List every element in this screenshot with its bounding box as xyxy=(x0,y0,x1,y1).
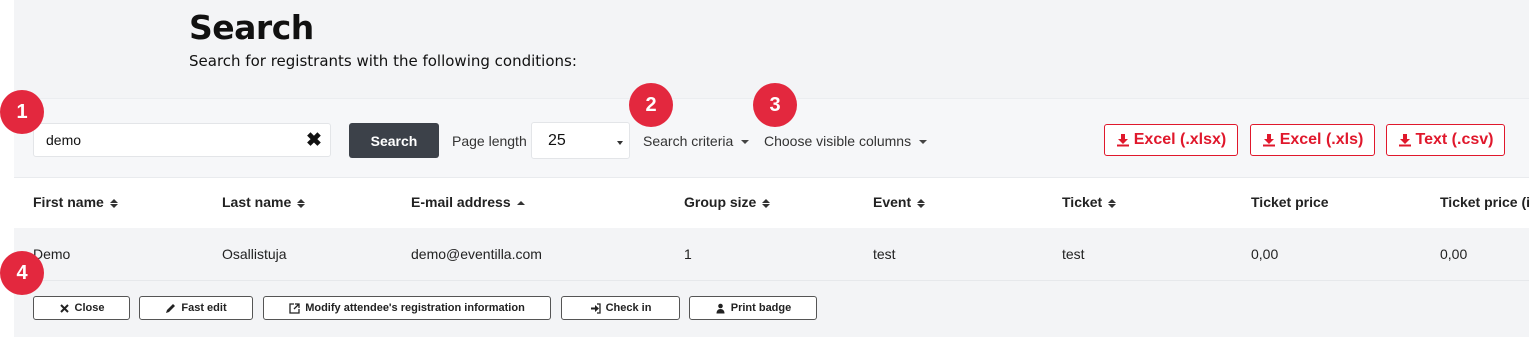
download-icon xyxy=(1116,134,1129,147)
cell-event: test xyxy=(873,246,896,262)
page-length-select[interactable]: 25 xyxy=(531,122,630,159)
cell-group-size: 1 xyxy=(684,246,692,262)
search-field[interactable]: ✖ xyxy=(33,123,331,157)
close-label: Close xyxy=(74,302,105,314)
modify-registration-button[interactable]: Modify attendee's registration informati… xyxy=(263,296,551,320)
search-input[interactable] xyxy=(46,132,286,148)
export-xlsx-button[interactable]: Excel (.xlsx) xyxy=(1104,124,1238,156)
column-label: First name xyxy=(33,194,104,210)
column-label: Ticket xyxy=(1062,194,1103,210)
check-in-button[interactable]: Check in xyxy=(561,296,680,320)
page-length-label: Page length xyxy=(452,133,527,149)
column-header-ticket-price-incl: Ticket price (i xyxy=(1440,194,1530,210)
sign-in-icon xyxy=(590,302,601,314)
callout-badge-3: 3 xyxy=(753,83,797,127)
close-button[interactable]: Close xyxy=(33,296,130,320)
sort-icon xyxy=(762,198,771,208)
sort-icon xyxy=(297,198,306,208)
column-header-email[interactable]: E-mail address xyxy=(411,194,525,210)
external-link-icon xyxy=(289,302,300,314)
column-label: Ticket price xyxy=(1251,194,1329,210)
column-header-ticket-price: Ticket price xyxy=(1251,194,1329,210)
close-icon xyxy=(59,303,69,313)
print-badge-label: Print badge xyxy=(730,302,792,314)
search-criteria-dropdown[interactable]: Search criteria xyxy=(643,133,750,149)
column-label: Event xyxy=(873,194,912,210)
fast-edit-button[interactable]: Fast edit xyxy=(139,296,253,320)
callout-badge-4: 4 xyxy=(0,251,44,295)
export-label: Excel (.xls) xyxy=(1279,131,1364,148)
column-label: Last name xyxy=(222,194,292,210)
user-icon xyxy=(716,303,725,313)
pencil-icon xyxy=(166,303,176,313)
export-csv-button[interactable]: Text (.csv) xyxy=(1386,124,1505,156)
caret-down-icon xyxy=(919,140,928,145)
export-label: Excel (.xlsx) xyxy=(1133,131,1227,148)
callout-badge-1: 1 xyxy=(0,90,44,134)
clear-icon[interactable]: ✖ xyxy=(306,131,322,151)
column-label: Ticket price (i xyxy=(1440,194,1531,210)
export-xls-button[interactable]: Excel (.xls) xyxy=(1250,124,1375,156)
sort-icon xyxy=(109,198,118,208)
fast-edit-label: Fast edit xyxy=(181,302,227,314)
column-label: E-mail address xyxy=(411,194,511,210)
cell-last-name: Osallistuja xyxy=(222,246,287,262)
caret-down-icon xyxy=(617,141,623,145)
page-title: Search xyxy=(189,8,314,47)
caret-down-icon xyxy=(741,140,750,145)
download-icon xyxy=(1262,134,1275,147)
cell-ticket-price: 0,00 xyxy=(1251,246,1279,262)
page-subtitle: Search for registrants with the followin… xyxy=(189,52,577,70)
download-icon xyxy=(1398,134,1411,147)
search-criteria-label: Search criteria xyxy=(643,133,734,149)
visible-columns-dropdown[interactable]: Choose visible columns xyxy=(764,133,928,149)
cell-ticket-price-incl: 0,00 xyxy=(1440,246,1468,262)
column-header-event[interactable]: Event xyxy=(873,194,926,210)
column-header-ticket[interactable]: Ticket xyxy=(1062,194,1117,210)
column-header-first-name[interactable]: First name xyxy=(33,194,118,210)
column-header-group-size[interactable]: Group size xyxy=(684,194,771,210)
export-label: Text (.csv) xyxy=(1415,131,1494,148)
sort-icon xyxy=(1108,198,1117,208)
sort-asc-icon xyxy=(516,200,525,206)
callout-badge-2: 2 xyxy=(629,83,673,127)
search-button[interactable]: Search xyxy=(349,123,439,158)
cell-ticket: test xyxy=(1062,246,1085,262)
modify-registration-label: Modify attendee's registration informati… xyxy=(305,302,525,314)
print-badge-button[interactable]: Print badge xyxy=(689,296,817,320)
column-label: Group size xyxy=(684,194,757,210)
column-header-last-name[interactable]: Last name xyxy=(222,194,306,210)
page-length-value: 25 xyxy=(548,132,566,149)
cell-email: demo@eventilla.com xyxy=(411,246,542,262)
check-in-label: Check in xyxy=(605,302,652,314)
visible-columns-label: Choose visible columns xyxy=(764,133,912,149)
sort-icon xyxy=(917,198,926,208)
